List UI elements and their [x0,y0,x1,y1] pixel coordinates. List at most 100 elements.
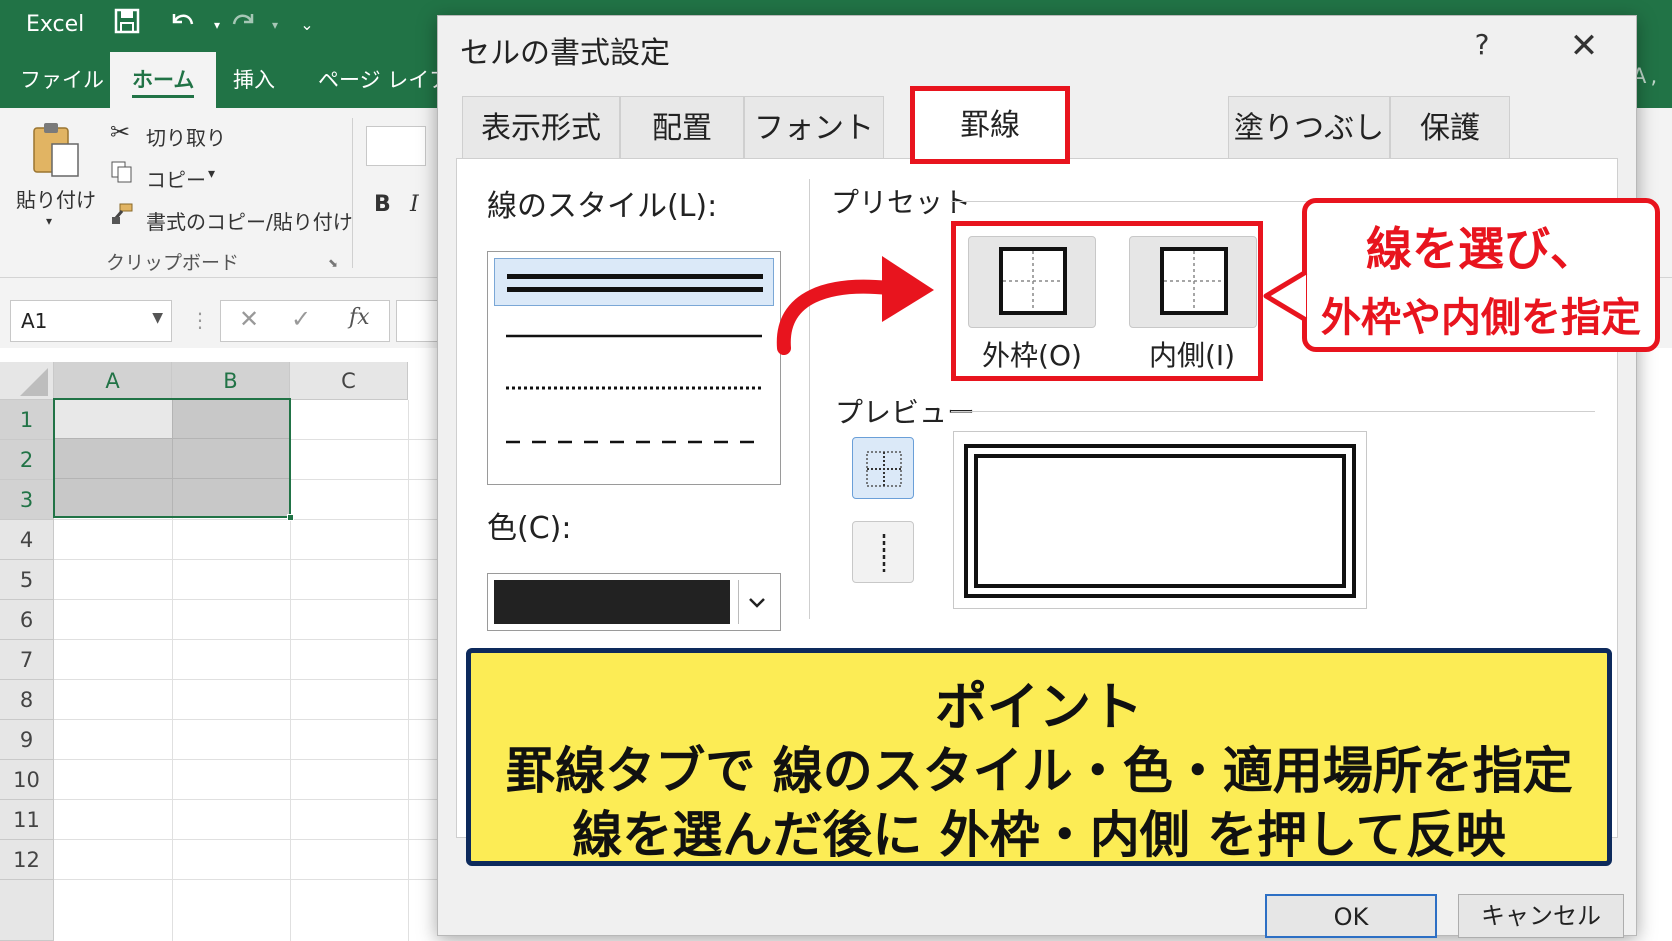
row-header-7[interactable]: 7 [0,640,54,680]
tab-protection[interactable]: 保護 [1390,96,1510,162]
color-select[interactable] [487,573,781,631]
row-header-12[interactable]: 12 [0,840,54,880]
tab-insert[interactable]: 挿入 [233,64,275,94]
name-box-value: A1 [21,309,48,333]
cancel-entry-icon[interactable]: ✕ [239,305,259,333]
inside-border-toggle[interactable] [852,437,914,499]
gridline [54,679,444,680]
outline-preset-button[interactable] [968,236,1096,328]
tab-font[interactable]: フォント [744,96,884,162]
inside-vertical-border-toggle[interactable] [852,521,914,583]
preset-highlight: 外枠(O) 内側(I) [951,221,1263,381]
row-header-11[interactable]: 11 [0,800,54,840]
clipboard-group-label: クリップボード [106,252,240,274]
gridline [54,799,444,800]
redo-icon[interactable] [226,8,260,42]
paste-label[interactable]: 貼り付け [16,184,96,213]
selected-range[interactable] [53,398,294,521]
border-preview[interactable] [953,431,1367,609]
row-header-1[interactable]: 1 [0,400,54,440]
gridline [54,839,444,840]
copy-dropdown-icon[interactable]: ▾ [208,166,215,182]
outline-preset-label: 外枠(O) [982,339,1082,372]
line-style-double[interactable] [494,258,774,306]
ok-button[interactable]: OK [1265,894,1437,938]
gridline [54,559,444,560]
cancel-button[interactable]: キャンセル [1458,894,1624,938]
callout-line-1: 線を選び、 [1366,222,1596,276]
callout-pointer-icon [1263,269,1308,323]
redo-dropdown-icon[interactable]: ▾ [258,8,292,42]
tab-border[interactable]: 罫線 [910,86,1070,164]
active-cell[interactable] [55,400,172,438]
column-header-b[interactable]: B [172,362,290,400]
color-swatch [494,580,730,624]
gridline [54,879,444,880]
formula-buttons: ✕ ✓ fx [220,300,390,342]
point-title: ポイント [934,678,1143,738]
insert-function-icon[interactable]: fx [349,305,370,330]
paste-icon[interactable] [30,120,82,180]
bold-button[interactable]: B [374,192,391,217]
clipboard-launcher-icon[interactable]: ⬊ [328,256,338,270]
customize-qat-icon[interactable]: ⌄ [290,8,324,42]
copy-button[interactable]: コピー [146,164,206,193]
tab-alignment[interactable]: 配置 [620,96,744,162]
row-header-8[interactable]: 8 [0,680,54,720]
format-painter-icon[interactable] [110,202,134,231]
tab-file[interactable]: ファイル [20,64,104,94]
name-box-dropdown-icon[interactable]: ▼ [152,310,163,326]
gridline [54,639,444,640]
gridline [408,400,409,941]
selection-divider [55,438,289,439]
inside-preset-label: 内側(I) [1148,339,1236,372]
column-header-c[interactable]: C [290,362,408,400]
line-style-solid[interactable] [494,312,774,360]
point-box: ポイント 罫線タブで 線のスタイル・色・適用場所を指定 線を選んだ後に 外枠・内… [466,648,1612,866]
preset-label: プリセット [831,186,972,219]
row-header-10[interactable]: 10 [0,760,54,800]
format-painter-button[interactable]: 書式のコピー/貼り付け [146,206,353,235]
gridline [54,519,444,520]
select-all-button[interactable] [0,362,54,400]
copy-icon[interactable] [110,160,134,189]
cut-icon[interactable]: ✂ [110,118,130,146]
line-style-dashed[interactable] [494,418,774,466]
paste-dropdown-icon[interactable]: ▾ [46,214,52,228]
group-divider [352,118,353,268]
inside-preset-button[interactable] [1129,236,1257,328]
point-line-2: 線を選んだ後に 外枠・内側 を押して反映 [572,806,1506,864]
cut-button[interactable]: 切り取り [146,122,226,151]
point-line-1: 罫線タブで 線のスタイル・色・適用場所を指定 [505,742,1573,800]
save-icon[interactable] [110,8,144,42]
chevron-down-icon[interactable] [738,580,774,624]
dialog-title: セルの書式設定 [460,36,670,71]
row-header-6[interactable]: 6 [0,600,54,640]
italic-button[interactable]: I [410,192,419,217]
undo-icon[interactable] [166,8,200,42]
row-header-3[interactable]: 3 [0,480,54,520]
close-button[interactable]: ✕ [1564,26,1604,66]
help-button[interactable]: ? [1462,28,1502,61]
row-header-13[interactable] [0,880,54,941]
fill-handle[interactable] [287,514,294,521]
font-name-box[interactable] [366,126,426,166]
row-header-5[interactable]: 5 [0,560,54,600]
row-header-9[interactable]: 9 [0,720,54,760]
tab-number[interactable]: 表示形式 [462,96,620,162]
tab-home[interactable]: ホーム [110,52,217,108]
enter-icon[interactable]: ✓ [291,305,311,333]
line-style-label: 線のスタイル(L): [487,189,718,224]
gridline [54,759,444,760]
tab-fill[interactable]: 塗りつぶし [1228,96,1390,162]
line-style-list[interactable] [487,251,781,485]
selection-divider [55,478,289,479]
row-header-4[interactable]: 4 [0,520,54,560]
callout-box: 線を選び、 外枠や内側を指定 [1302,198,1660,352]
column-header-a[interactable]: A [54,362,172,400]
color-label: 色(C): [487,511,572,546]
name-box[interactable]: A1 ▼ [10,300,172,342]
line-style-dotted[interactable] [494,364,774,412]
row-header-2[interactable]: 2 [0,440,54,480]
selection-divider [172,400,173,516]
